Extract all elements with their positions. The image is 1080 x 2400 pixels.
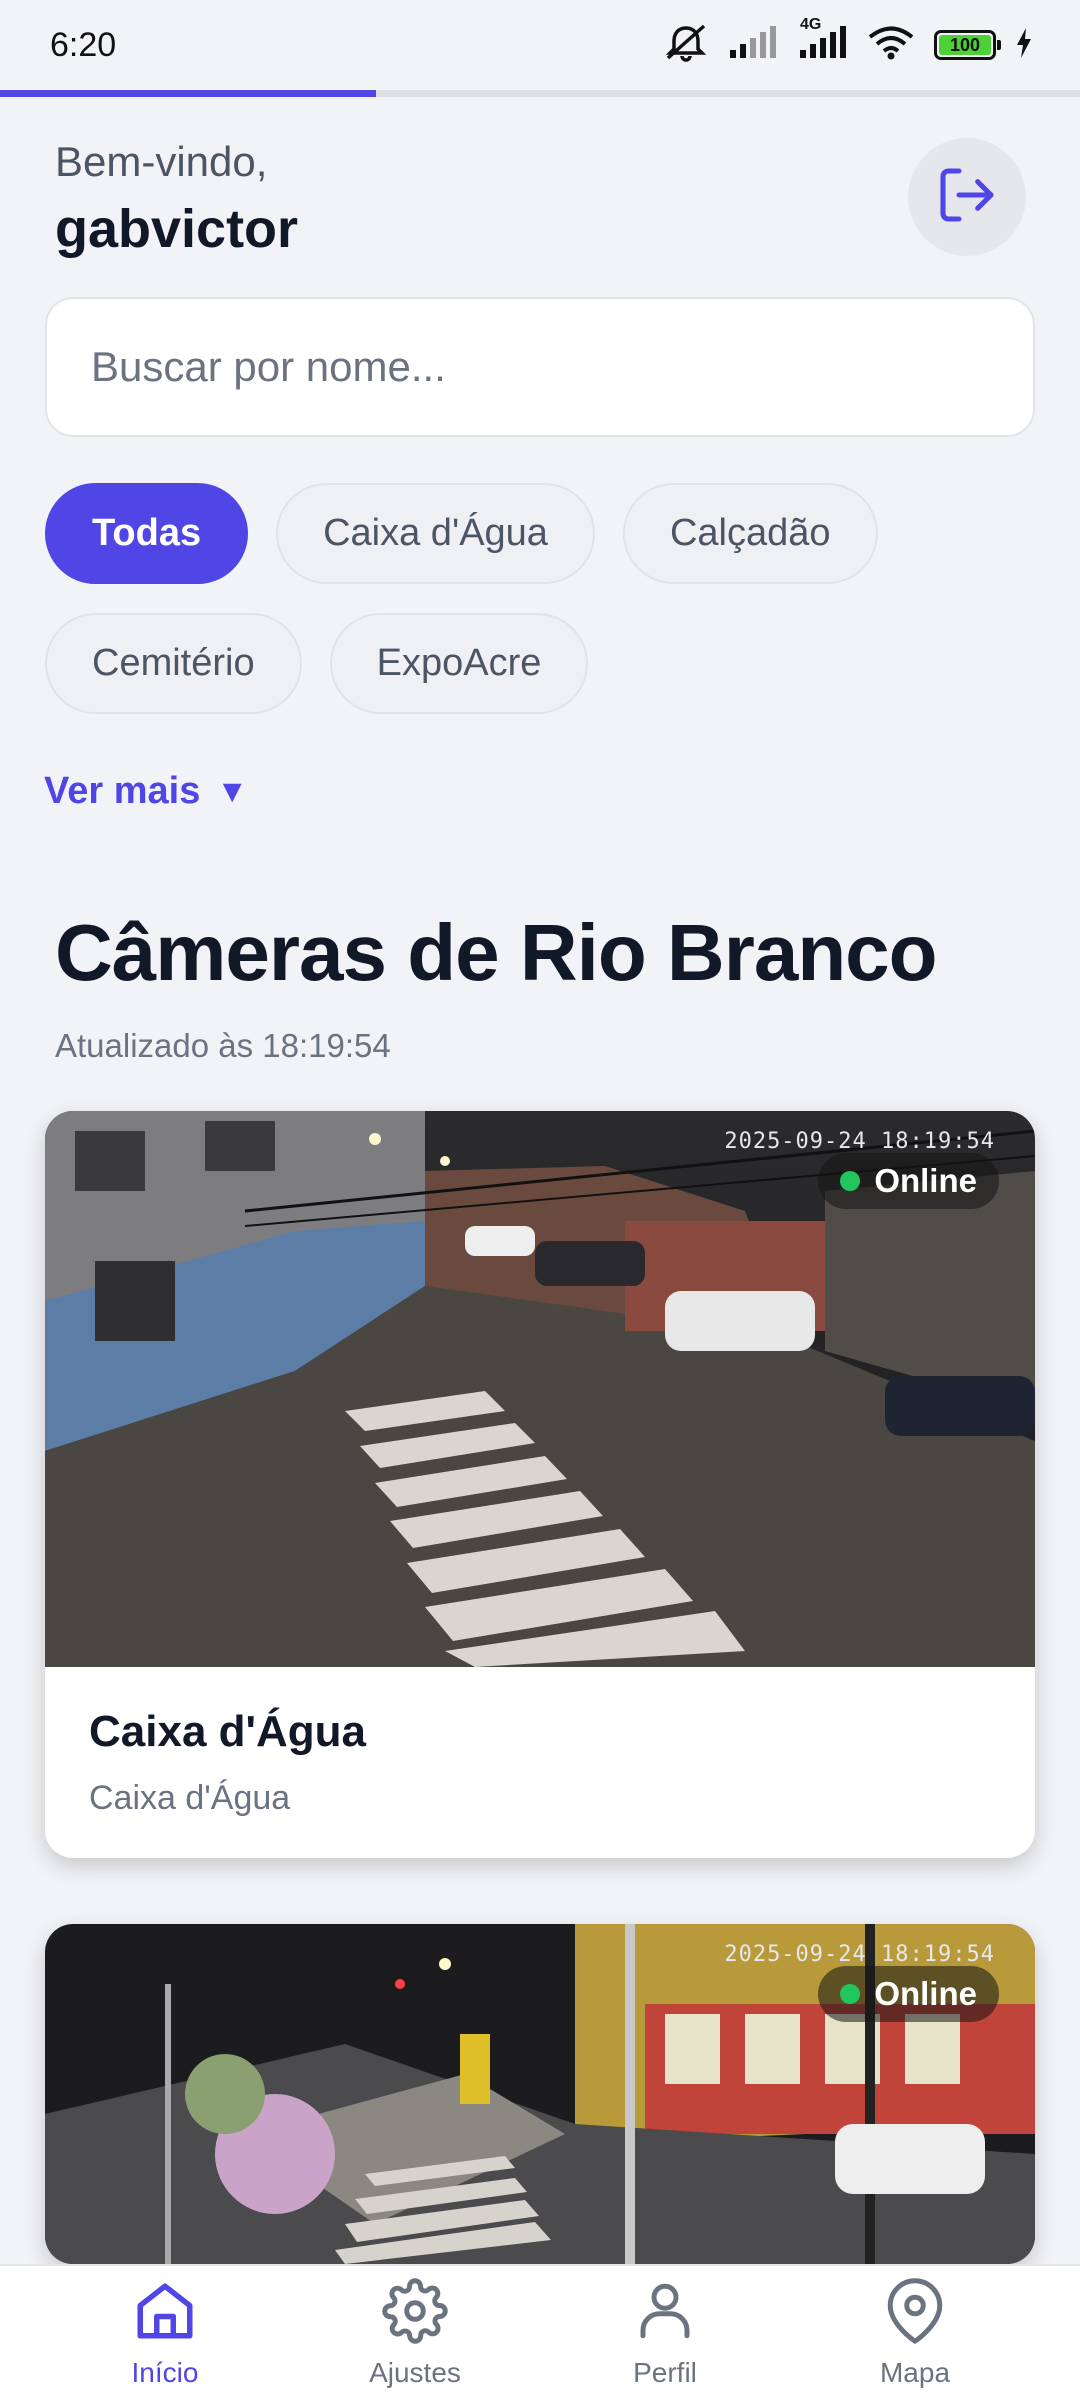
nav-label: Ajustes xyxy=(369,2356,461,2388)
battery-level: 100 xyxy=(939,35,991,55)
welcome-text: Bem-vindo, xyxy=(55,138,268,185)
nav-perfil[interactable]: Perfil xyxy=(565,2278,765,2389)
status-icons: 4G 100 xyxy=(664,16,1032,67)
signal-icon xyxy=(728,25,778,65)
nav-inicio[interactable]: Início xyxy=(65,2278,265,2389)
status-time: 6:20 xyxy=(50,25,117,64)
status-label: Online xyxy=(874,1975,977,2012)
charging-icon xyxy=(1016,27,1032,63)
username: gabvictor xyxy=(55,199,299,259)
network-label: 4G xyxy=(800,15,822,33)
online-dot-icon xyxy=(840,1171,861,1191)
camera-card[interactable]: 2025-09-24 18:19:54 Online xyxy=(45,1924,1035,2264)
card-body: Caixa d'Água Caixa d'Água xyxy=(45,1667,1035,1858)
filter-chips: Todas Caixa d'Água Calçadão Cemitério Ex… xyxy=(45,483,1035,714)
nav-mapa[interactable]: Mapa xyxy=(815,2277,1015,2389)
camera-timestamp: 2025-09-24 18:19:54 xyxy=(724,1129,995,1154)
chip-caixa-dagua[interactable]: Caixa d'Água xyxy=(276,483,595,584)
battery-icon: 100 xyxy=(934,30,1001,60)
nav-ajustes[interactable]: Ajustes xyxy=(315,2277,515,2389)
camera-card[interactable]: 2025-09-24 18:19:54 Online Caixa d'Água … xyxy=(45,1111,1035,1858)
chip-calcadao[interactable]: Calçadão xyxy=(622,483,878,584)
nav-label: Perfil xyxy=(633,2356,697,2388)
signal-4g-icon: 4G xyxy=(798,16,848,65)
gear-icon xyxy=(382,2277,448,2351)
status-badge: Online xyxy=(818,1153,999,1209)
updated-time: Atualizado às 18:19:54 xyxy=(55,1027,391,1064)
camera-feed-image: 2025-09-24 18:19:54 Online xyxy=(45,1924,1035,2264)
camera-timestamp: 2025-09-24 18:19:54 xyxy=(724,1942,995,1967)
chip-expoacre[interactable]: ExpoAcre xyxy=(329,613,589,714)
user-icon xyxy=(632,2278,698,2351)
status-label: Online xyxy=(874,1162,977,1199)
mute-icon xyxy=(664,24,708,67)
loading-progress-fill xyxy=(0,90,376,97)
camera-feed-image: 2025-09-24 18:19:54 Online xyxy=(45,1111,1035,1667)
nav-label: Início xyxy=(131,2356,199,2388)
camera-name: Caixa d'Água xyxy=(89,1707,366,1756)
camera-location: Caixa d'Água xyxy=(89,1779,291,1817)
online-dot-icon xyxy=(840,1984,861,2004)
section-title: Câmeras de Rio Branco xyxy=(55,908,938,997)
home-icon xyxy=(132,2278,198,2351)
map-pin-icon xyxy=(882,2277,948,2351)
chevron-down-icon: ▼ xyxy=(216,773,249,809)
chip-todas[interactable]: Todas xyxy=(45,483,249,584)
status-bar: 6:20 4G 100 xyxy=(0,0,1080,90)
wifi-icon xyxy=(868,26,914,65)
status-badge: Online xyxy=(818,1966,999,2022)
bottom-nav: Início Ajustes Perfil Mapa xyxy=(0,2264,1080,2400)
loading-progress-bar xyxy=(0,90,1080,97)
ver-mais-label: Ver mais xyxy=(44,770,201,812)
logout-icon xyxy=(935,163,999,232)
chip-cemiterio[interactable]: Cemitério xyxy=(45,613,302,714)
search-input[interactable] xyxy=(45,297,1035,437)
ver-mais-button[interactable]: Ver mais ▼ xyxy=(44,770,248,813)
logout-button[interactable] xyxy=(908,138,1026,256)
nav-label: Mapa xyxy=(879,2356,951,2388)
